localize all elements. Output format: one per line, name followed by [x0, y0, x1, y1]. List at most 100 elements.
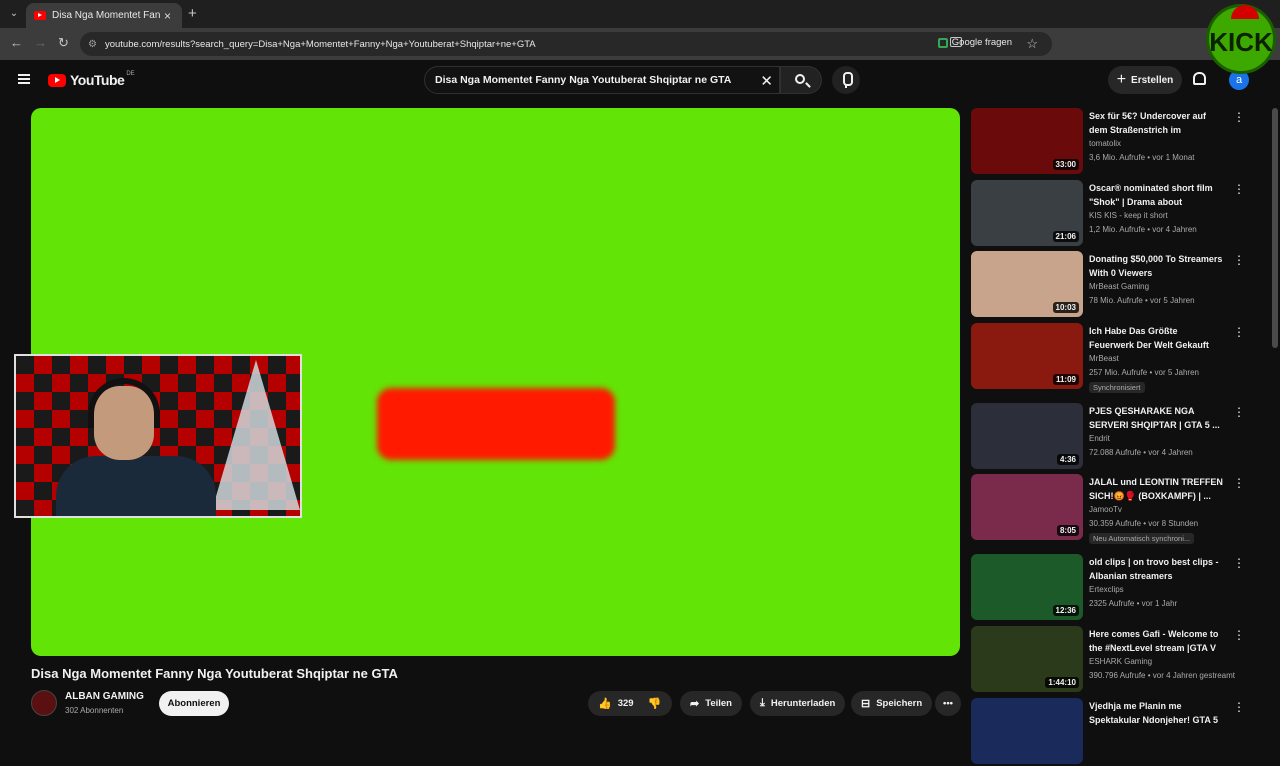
recommendation-item[interactable]: 1:44:10 Here comes Gafi - Welcome to the … — [971, 626, 1251, 694]
video-thumbnail[interactable]: 4:36 — [971, 403, 1083, 469]
channel-name[interactable]: ALBAN GAMING — [65, 691, 144, 702]
browser-toolbar: ← → ↻ ⚙ youtube.com/results?search_query… — [0, 28, 1280, 60]
download-button[interactable]: ⤓ Herunterladen — [750, 691, 846, 716]
video-thumbnail[interactable]: 11:09 — [971, 323, 1083, 389]
voice-search-icon[interactable] — [832, 66, 860, 94]
recommendation-title[interactable]: Here comes Gafi - Welcome to the #NextLe… — [1089, 627, 1225, 655]
youtube-favicon-icon — [34, 11, 46, 20]
save-button[interactable]: ⊟ Speichern — [851, 691, 933, 716]
url-text[interactable]: youtube.com/results?search_query=Disa+Ng… — [105, 39, 536, 50]
webcam-person-shirt — [56, 456, 216, 516]
recommendation-channel[interactable]: JamooTv — [1089, 505, 1122, 514]
more-options-icon[interactable]: ⋮ — [1233, 700, 1245, 714]
recommendation-meta: 1,2 Mio. Aufrufe • vor 4 Jahren — [1089, 225, 1197, 234]
download-icon: ⤓ — [760, 697, 765, 709]
address-bar[interactable]: ⚙ youtube.com/results?search_query=Disa+… — [80, 32, 1052, 56]
video-thumbnail[interactable]: 8:05 — [971, 474, 1083, 540]
video-thumbnail[interactable]: 10:03 — [971, 251, 1083, 317]
bookmark-star-icon[interactable]: ☆ — [1026, 36, 1038, 52]
duration-badge: 12:36 — [1052, 605, 1079, 616]
thumbs-down-icon[interactable]: 👎 — [648, 697, 662, 710]
reload-icon[interactable]: ↻ — [58, 35, 69, 51]
recommendation-item[interactable]: 33:00 Sex für 5€? Undercover auf dem Stra… — [971, 108, 1251, 176]
youtube-header: YouTube DE Disa Nga Momentet Fanny Nga Y… — [0, 60, 1280, 100]
video-thumbnail[interactable]: 33:00 — [971, 108, 1083, 174]
more-options-icon[interactable]: ⋮ — [1233, 253, 1245, 267]
recommendation-channel[interactable]: ESHARK Gaming — [1089, 657, 1152, 666]
back-icon[interactable]: ← — [10, 35, 23, 50]
more-options-icon[interactable]: ⋮ — [1233, 628, 1245, 642]
tab-title: Disa Nga Momentet Fanny Nga Youtuberat S… — [52, 10, 160, 21]
recommendation-title[interactable]: Oscar® nominated short film "Shok" | Dra… — [1089, 181, 1225, 209]
recommendation-title[interactable]: PJES QESHARAKE NGA SERVERI SHQIPTAR | GT… — [1089, 404, 1225, 432]
recommendation-title[interactable]: Vjedhja me Planin me Spektakular Ndonjeh… — [1089, 699, 1225, 727]
duration-badge: 33:00 — [1052, 159, 1079, 170]
duration-badge: 1:44:10 — [1045, 677, 1079, 688]
notifications-icon[interactable] — [1193, 72, 1206, 85]
youtube-logo[interactable]: YouTube DE — [48, 71, 135, 88]
recommendation-title[interactable]: JALAL und LEONTIN TREFFEN SICH!😡🥊 (BOXKA… — [1089, 475, 1225, 503]
subscribe-button[interactable]: Abonnieren — [159, 691, 229, 716]
video-thumbnail[interactable]: 21:06 — [971, 180, 1083, 246]
like-dislike-group[interactable]: 👍 329 👎 — [588, 691, 672, 716]
share-button[interactable]: ➦ Teilen — [680, 691, 742, 716]
tab-close-icon[interactable]: × — [164, 9, 171, 23]
recommendation-channel[interactable]: MrBeast — [1089, 354, 1119, 363]
recommendation-item[interactable]: 4:36 PJES QESHARAKE NGA SERVERI SHQIPTAR … — [971, 403, 1251, 471]
video-thumbnail[interactable]: 12:36 — [971, 554, 1083, 620]
create-button[interactable]: + Erstellen — [1108, 66, 1182, 94]
more-options-icon[interactable]: ⋮ — [1233, 110, 1245, 124]
plus-icon: + — [1116, 71, 1127, 88]
recommendation-meta: 72.088 Aufrufe • vor 4 Jahren — [1089, 448, 1193, 457]
more-options-icon[interactable]: ⋮ — [1233, 476, 1245, 490]
recommendation-channel[interactable]: Endrit — [1089, 434, 1110, 443]
recommendation-item[interactable]: 21:06 Oscar® nominated short film "Shok" … — [971, 180, 1251, 248]
recommendation-item[interactable]: Vjedhja me Planin me Spektakular Ndonjeh… — [971, 698, 1251, 766]
recommendation-channel[interactable]: KIS KIS - keep it short — [1089, 211, 1168, 220]
search-input[interactable]: Disa Nga Momentet Fanny Nga Youtuberat S… — [424, 66, 780, 94]
blurred-red-graphic — [377, 388, 615, 460]
headset-icon — [88, 378, 160, 428]
tab-search-icon[interactable]: ⌄ — [6, 6, 22, 22]
more-options-icon[interactable]: ⋮ — [1233, 556, 1245, 570]
clear-search-icon[interactable]: ✕ — [760, 72, 773, 90]
streamer-webcam — [14, 354, 302, 518]
recommendation-title[interactable]: Sex für 5€? Undercover auf dem Straßenst… — [1089, 109, 1225, 137]
kick-overlay-logo: KICK — [1206, 4, 1276, 74]
recommendation-item[interactable]: 8:05 JALAL und LEONTIN TREFFEN SICH!😡🥊 (B… — [971, 474, 1251, 544]
video-thumbnail[interactable]: 1:44:10 — [971, 626, 1083, 692]
recommendation-item[interactable]: 10:03 Donating $50,000 To Streamers With … — [971, 251, 1251, 319]
recommendation-item[interactable]: 11:09 Ich Habe Das Größte Feuerwerk Der W… — [971, 323, 1251, 393]
subscriber-count: 302 Abonnenten — [65, 706, 124, 715]
recommendation-channel[interactable]: MrBeast Gaming — [1089, 282, 1149, 291]
forward-icon[interactable]: → — [34, 35, 47, 50]
video-title: Disa Nga Momentet Fanny Nga Youtuberat S… — [31, 666, 398, 681]
share-icon: ➦ — [690, 698, 700, 710]
recommendation-channel[interactable]: Ertexclips — [1089, 585, 1124, 594]
recommendation-item[interactable]: 12:36 old clips | on trovo best clips - A… — [971, 554, 1251, 622]
recommendation-title[interactable]: Ich Habe Das Größte Feuerwerk Der Welt G… — [1089, 324, 1225, 352]
more-options-icon[interactable]: ⋮ — [1233, 325, 1245, 339]
recommendation-title[interactable]: Donating $50,000 To Streamers With 0 Vie… — [1089, 252, 1225, 280]
thumbs-up-icon[interactable]: 👍 — [598, 697, 612, 710]
more-options-icon[interactable]: ⋮ — [1233, 405, 1245, 419]
more-actions-button[interactable]: ••• — [935, 691, 961, 716]
recommendation-meta: 78 Mio. Aufrufe • vor 5 Jahren — [1089, 296, 1195, 305]
recommendation-channel[interactable]: tomatolix — [1089, 139, 1121, 148]
more-options-icon[interactable]: ⋮ — [1233, 182, 1245, 196]
duration-badge: 8:05 — [1056, 525, 1079, 536]
browser-tab-active[interactable]: Disa Nga Momentet Fanny Nga Youtuberat S… — [26, 3, 182, 28]
menu-icon[interactable] — [18, 74, 30, 84]
google-ask-button[interactable]: Google fragen — [937, 37, 1012, 48]
video-thumbnail[interactable] — [971, 698, 1083, 764]
youtube-play-icon — [48, 73, 66, 87]
save-icon: ⊟ — [861, 698, 871, 710]
page-scrollbar[interactable] — [1272, 108, 1278, 348]
new-tab-icon[interactable]: + — [188, 5, 197, 22]
recommendation-badge: Neu Automatisch synchroni... — [1089, 533, 1195, 544]
search-button[interactable] — [780, 66, 822, 94]
recommendation-title[interactable]: old clips | on trovo best clips - Albani… — [1089, 555, 1225, 583]
recommendation-badge: Synchronisiert — [1089, 382, 1145, 393]
site-info-icon[interactable]: ⚙ — [88, 39, 97, 50]
channel-avatar[interactable] — [31, 690, 57, 716]
